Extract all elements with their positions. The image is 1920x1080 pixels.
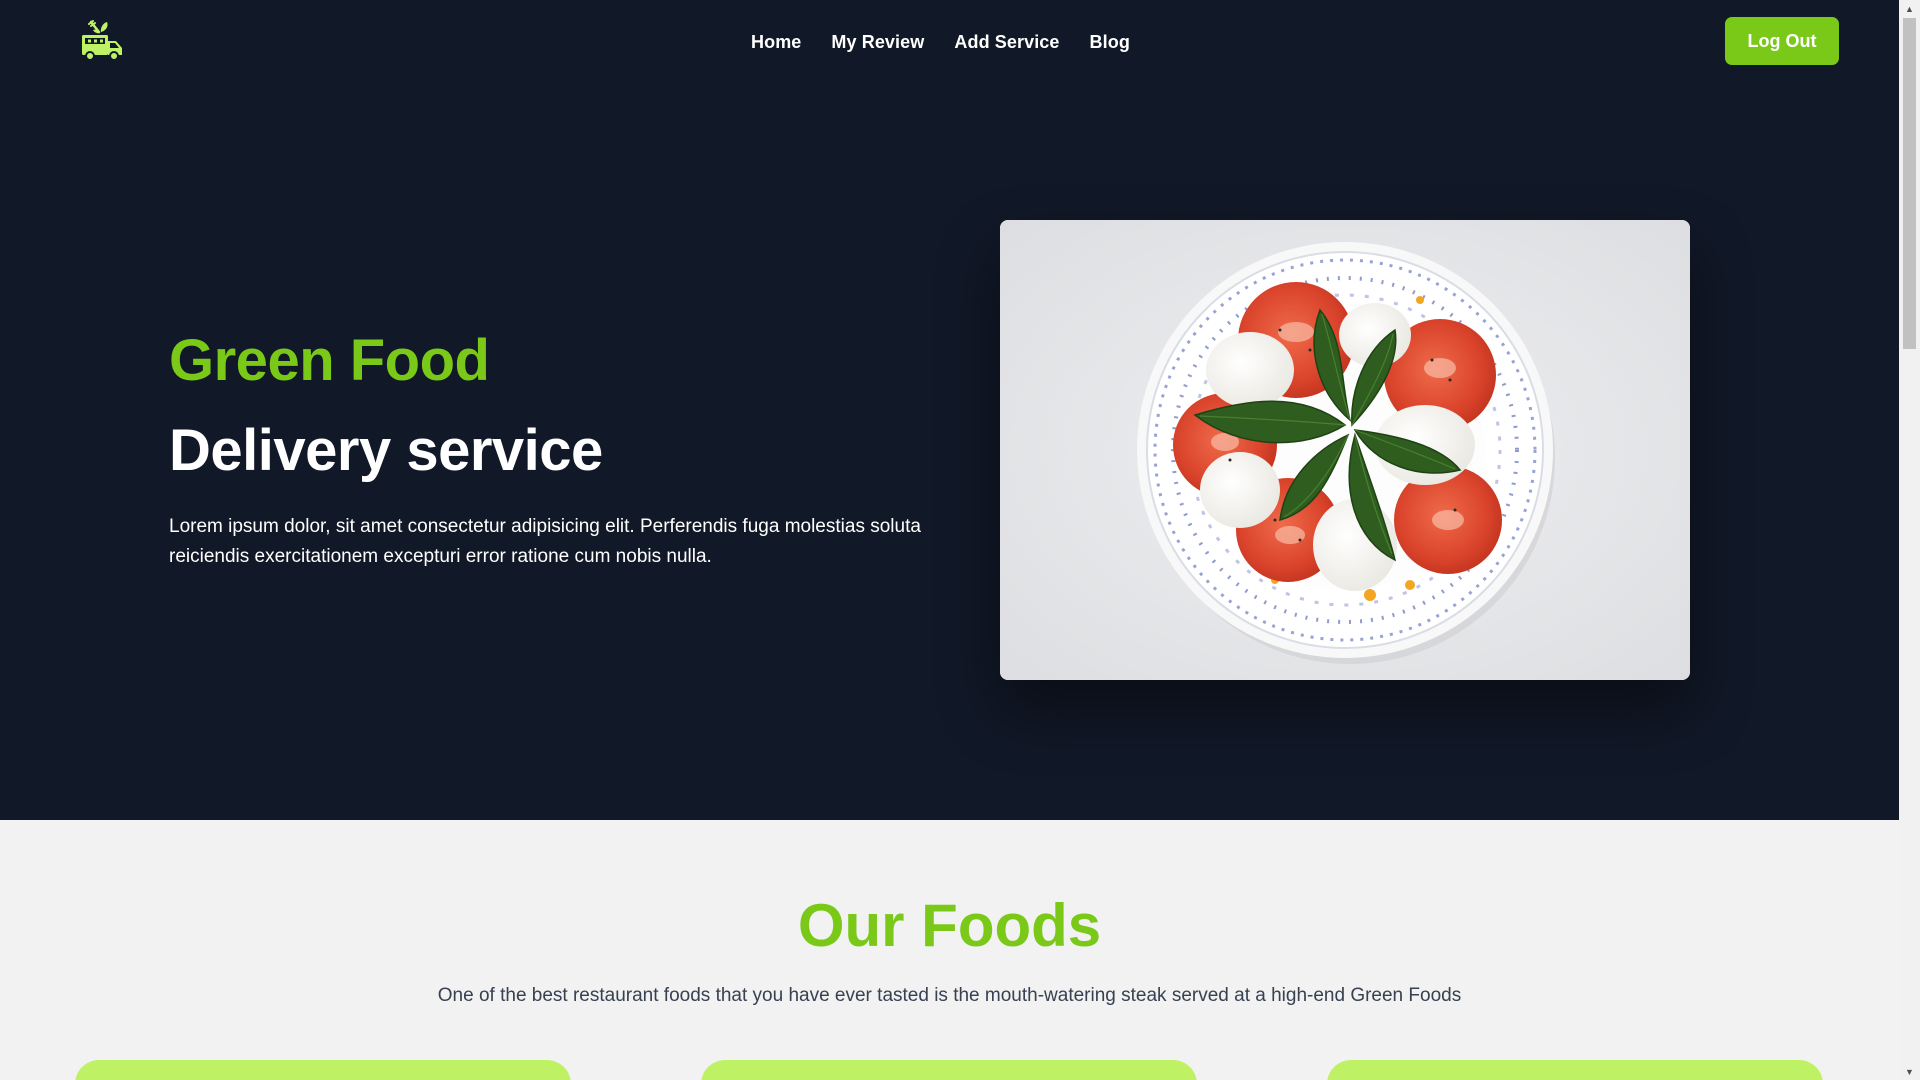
- scrollbar[interactable]: ▲ ▼: [1899, 0, 1920, 1080]
- hero-title: Green Food: [169, 328, 490, 393]
- nav-link-blog[interactable]: Blog: [1075, 32, 1145, 53]
- hero-description: Lorem ipsum dolor, sit amet consectetur …: [169, 516, 921, 567]
- nav-menu: Home My Review Add Service Blog: [736, 0, 1145, 84]
- section-title: Our Foods: [797, 892, 1102, 959]
- nav-link-my-review[interactable]: My Review: [816, 32, 939, 53]
- section-description: One of the best restaurant foods that yo…: [437, 985, 1462, 1006]
- page: Home My Review Add Service Blog Log Out …: [0, 0, 1920, 1080]
- chevron-up-icon[interactable]: ▲: [1899, 0, 1920, 17]
- logout-button[interactable]: Log Out: [1725, 17, 1839, 65]
- hero-subtitle: Delivery service: [169, 418, 603, 483]
- chevron-down-icon[interactable]: ▼: [1899, 1063, 1920, 1080]
- hero-food-image: [1000, 220, 1690, 680]
- our-foods-section: Our Foods One of the best restaurant foo…: [0, 820, 1899, 1080]
- food-truck-icon[interactable]: [79, 20, 125, 64]
- nav-link-add-service[interactable]: Add Service: [939, 32, 1074, 53]
- hero-section: Green Food Delivery service Lorem ipsum …: [0, 84, 1899, 820]
- food-card[interactable]: [701, 1060, 1197, 1080]
- navbar: Home My Review Add Service Blog Log Out: [0, 0, 1899, 84]
- food-card[interactable]: [1327, 1060, 1823, 1080]
- nav-link-home[interactable]: Home: [736, 32, 816, 53]
- scrollbar-thumb[interactable]: [1903, 18, 1916, 349]
- food-card[interactable]: [75, 1060, 571, 1080]
